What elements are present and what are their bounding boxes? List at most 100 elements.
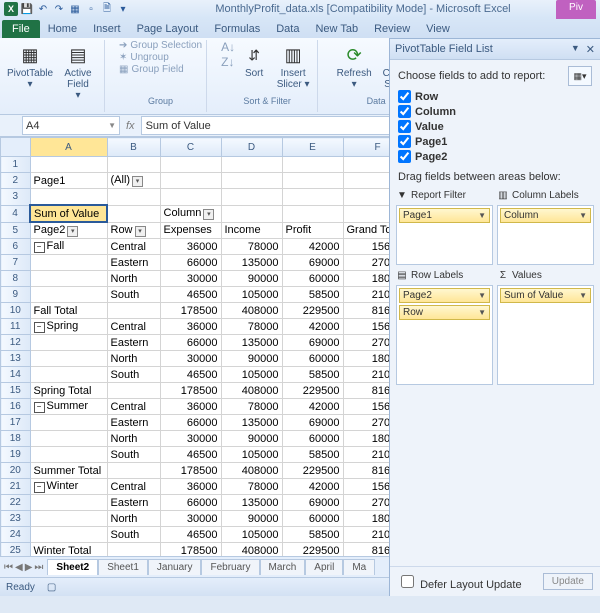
sheet-tab[interactable]: February: [201, 559, 259, 575]
sort-desc-button[interactable]: Z↓: [221, 55, 235, 69]
chevron-down-icon[interactable]: ▼: [108, 121, 116, 130]
cell[interactable]: [30, 157, 107, 173]
row-header[interactable]: 3: [1, 189, 31, 206]
row-header[interactable]: 22: [1, 495, 31, 511]
cell[interactable]: 135000: [221, 415, 282, 431]
cell[interactable]: 90000: [221, 271, 282, 287]
save-icon[interactable]: 💾: [20, 2, 34, 16]
cell[interactable]: [221, 157, 282, 173]
cell[interactable]: Income: [221, 222, 282, 239]
cell[interactable]: [30, 415, 107, 431]
cell[interactable]: 135000: [221, 335, 282, 351]
cell[interactable]: 105000: [221, 367, 282, 383]
field-item[interactable]: Page2: [398, 150, 592, 163]
refresh-button[interactable]: ⟳Refresh▾: [332, 40, 376, 92]
cell[interactable]: [107, 205, 160, 222]
row-header[interactable]: 14: [1, 367, 31, 383]
macro-record-icon[interactable]: ▢: [47, 582, 56, 593]
field-pill[interactable]: Sum of Value▼: [500, 288, 591, 303]
cell[interactable]: −Winter: [30, 479, 107, 495]
first-sheet-icon[interactable]: ⏮: [4, 562, 13, 573]
row-header[interactable]: 16: [1, 399, 31, 415]
field-pill[interactable]: Row▼: [399, 305, 490, 320]
tab-review[interactable]: Review: [366, 20, 418, 38]
cell[interactable]: 408000: [221, 383, 282, 399]
cell[interactable]: 69000: [282, 415, 343, 431]
cell[interactable]: 78000: [221, 399, 282, 415]
chevron-down-icon[interactable]: ▼: [571, 43, 580, 56]
filter-dropdown-icon[interactable]: ▾: [67, 226, 78, 237]
cell[interactable]: −Spring: [30, 319, 107, 335]
cell[interactable]: [107, 189, 160, 206]
column-header[interactable]: C: [160, 138, 221, 157]
cell[interactable]: 90000: [221, 351, 282, 367]
chevron-down-icon[interactable]: ▼: [478, 211, 486, 220]
cell[interactable]: 42000: [282, 399, 343, 415]
name-box[interactable]: A4▼: [22, 116, 120, 135]
sheet-tab[interactable]: Ma: [343, 559, 375, 575]
qat-dropdown-icon[interactable]: ▾: [116, 2, 130, 16]
cell[interactable]: [30, 367, 107, 383]
cell[interactable]: [282, 189, 343, 206]
cell[interactable]: [30, 271, 107, 287]
cell[interactable]: [30, 351, 107, 367]
field-checkbox[interactable]: [398, 90, 411, 103]
close-icon[interactable]: ✕: [586, 43, 595, 56]
cell[interactable]: 105000: [221, 447, 282, 463]
row-header[interactable]: 15: [1, 383, 31, 399]
cell[interactable]: 46500: [160, 367, 221, 383]
cell[interactable]: 90000: [221, 431, 282, 447]
filter-dropdown-icon[interactable]: ▾: [203, 209, 214, 220]
row-header[interactable]: 19: [1, 447, 31, 463]
undo-icon[interactable]: ↶: [36, 2, 50, 16]
cell[interactable]: 66000: [160, 335, 221, 351]
cell[interactable]: [30, 431, 107, 447]
cell[interactable]: 36000: [160, 399, 221, 415]
next-sheet-icon[interactable]: ▶: [25, 562, 33, 573]
cell[interactable]: [160, 157, 221, 173]
field-item[interactable]: Page1: [398, 135, 592, 148]
cell[interactable]: 229500: [282, 303, 343, 319]
sort-button[interactable]: ⇵Sort: [239, 40, 269, 81]
row-header[interactable]: 17: [1, 415, 31, 431]
cell[interactable]: South: [107, 527, 160, 543]
row-header[interactable]: 4: [1, 205, 31, 222]
cell[interactable]: Eastern: [107, 335, 160, 351]
row-header[interactable]: 1: [1, 157, 31, 173]
row-header[interactable]: 24: [1, 527, 31, 543]
collapse-icon[interactable]: −: [34, 482, 45, 493]
row-header[interactable]: 21: [1, 479, 31, 495]
cell[interactable]: Profit: [282, 222, 343, 239]
defer-layout-checkbox[interactable]: Defer Layout Update: [397, 572, 522, 591]
context-tab-pivot[interactable]: Piv: [556, 0, 596, 19]
cell[interactable]: Row▾: [107, 222, 160, 239]
cell[interactable]: 90000: [221, 511, 282, 527]
cell[interactable]: [107, 303, 160, 319]
cell[interactable]: 58500: [282, 447, 343, 463]
cell[interactable]: [30, 287, 107, 303]
cell[interactable]: 66000: [160, 415, 221, 431]
cell[interactable]: [282, 173, 343, 189]
row-header[interactable]: 10: [1, 303, 31, 319]
cell[interactable]: 60000: [282, 511, 343, 527]
cell[interactable]: 69000: [282, 495, 343, 511]
cell[interactable]: [282, 205, 343, 222]
sort-asc-button[interactable]: A↓: [221, 40, 235, 54]
cell[interactable]: [30, 335, 107, 351]
cell[interactable]: Central: [107, 239, 160, 255]
cell[interactable]: 178500: [160, 383, 221, 399]
row-header[interactable]: 2: [1, 173, 31, 189]
cell[interactable]: Page1: [30, 173, 107, 189]
chevron-down-icon[interactable]: ▼: [478, 308, 486, 317]
cell[interactable]: 105000: [221, 527, 282, 543]
cell[interactable]: Expenses: [160, 222, 221, 239]
row-header[interactable]: 8: [1, 271, 31, 287]
sheet-tab-active[interactable]: Sheet2: [47, 559, 98, 575]
field-pill[interactable]: Page1▼: [399, 208, 490, 223]
cell[interactable]: 408000: [221, 303, 282, 319]
field-checkbox[interactable]: [398, 105, 411, 118]
layout-options-button[interactable]: ▦▾: [568, 66, 592, 86]
cell[interactable]: 69000: [282, 255, 343, 271]
cell[interactable]: [107, 157, 160, 173]
cell[interactable]: 46500: [160, 287, 221, 303]
